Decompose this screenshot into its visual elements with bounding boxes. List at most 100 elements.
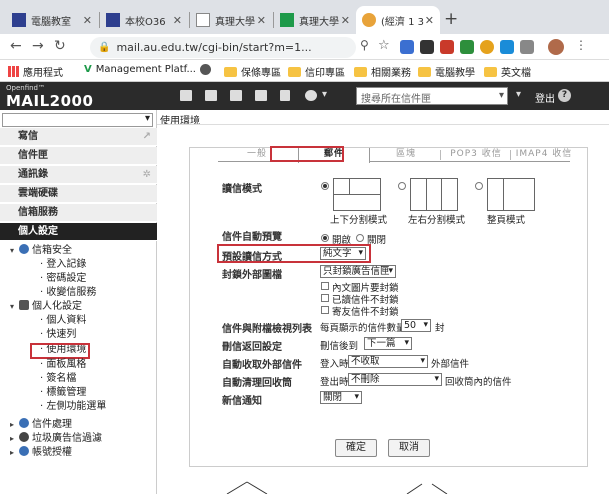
- browser-tab-active[interactable]: (經濟 1 3 ✕: [356, 6, 440, 34]
- browser-tab-1[interactable]: 電腦教室 ✕: [6, 6, 98, 34]
- block-images-select[interactable]: 只封鎖廣告信匣: [320, 265, 396, 278]
- drive-icon[interactable]: [255, 90, 267, 101]
- checkbox[interactable]: [321, 294, 329, 302]
- tree-node-spam-filter[interactable]: ▸ 垃圾廣告信過濾: [10, 432, 102, 446]
- bookmark-folder-4[interactable]: 電腦教學: [418, 64, 475, 79]
- extension-icon[interactable]: [460, 40, 474, 54]
- bookmark-folder-2[interactable]: 信印專區: [288, 64, 345, 79]
- sidebar-item-personal-settings[interactable]: 個人設定: [0, 223, 157, 241]
- search-scope-icon[interactable]: ▾: [516, 89, 521, 100]
- search-dropdown-icon[interactable]: ▾: [499, 90, 504, 101]
- expand-toggle-icon[interactable]: ▸: [10, 432, 19, 446]
- after-delete-select[interactable]: 下一篇: [364, 337, 412, 350]
- notify-select[interactable]: 關閉: [320, 391, 362, 404]
- sidebar-item-folders[interactable]: 信件匣: [0, 147, 157, 165]
- sidebar-item-contacts[interactable]: 通訊錄 ✲: [0, 166, 157, 184]
- expand-toggle-icon[interactable]: ▾: [10, 244, 19, 258]
- browser-tab-3[interactable]: 真理大學 ✕: [190, 6, 272, 34]
- gear-icon[interactable]: [305, 90, 317, 101]
- extension-icon[interactable]: [420, 40, 434, 54]
- new-tab-button[interactable]: +: [444, 9, 458, 29]
- bookmark-folder-3[interactable]: 相關業務: [354, 64, 411, 79]
- list-count-select[interactable]: 50: [401, 319, 431, 332]
- bookmark-folder-5[interactable]: 英文檔: [484, 64, 531, 79]
- back-icon[interactable]: ←: [10, 38, 22, 54]
- forward-icon[interactable]: →: [32, 38, 44, 54]
- tab-close-icon[interactable]: ✕: [173, 14, 182, 27]
- ok-button[interactable]: 確定: [335, 439, 377, 457]
- checkbox[interactable]: [321, 282, 329, 290]
- avatar[interactable]: [548, 39, 564, 55]
- reload-icon[interactable]: ↻: [54, 38, 66, 54]
- tab-blocks[interactable]: 區塊: [372, 148, 440, 162]
- mail-search-input[interactable]: 搜尋所在信件匣 ▾: [356, 87, 508, 105]
- extension-icon[interactable]: [480, 40, 494, 54]
- auto-preview-off-radio[interactable]: [356, 234, 364, 242]
- read-mode-radio-split-h[interactable]: [321, 182, 329, 190]
- browser-tab-2[interactable]: 本校O36 ✕: [100, 6, 188, 34]
- contacts-icon[interactable]: [230, 90, 242, 101]
- tab-close-icon[interactable]: ✕: [425, 14, 434, 27]
- layout-split-v-preview[interactable]: [410, 178, 458, 211]
- menu-icon[interactable]: ⋮: [575, 38, 587, 52]
- star-icon[interactable]: ☆: [378, 38, 390, 53]
- tab-imap4[interactable]: IMAP4 收信: [512, 148, 576, 162]
- auto-preview-on-radio[interactable]: [321, 234, 329, 242]
- calendar-icon[interactable]: [205, 90, 217, 101]
- chevron-down-icon[interactable]: ▾: [322, 89, 327, 100]
- bookmark-globe[interactable]: [200, 64, 211, 75]
- layout-split-h-preview[interactable]: [333, 178, 381, 211]
- tab-pop3[interactable]: POP3 收信: [442, 148, 510, 162]
- extension-icon[interactable]: [400, 40, 414, 54]
- gear-icon[interactable]: ✲: [143, 166, 151, 184]
- notify-icon[interactable]: [280, 90, 290, 101]
- bookmark-folder-1[interactable]: 保條專區: [224, 64, 281, 79]
- tab-close-icon[interactable]: ✕: [257, 14, 266, 27]
- tree-node-mail-handling[interactable]: ▸ 信件處理: [10, 418, 72, 432]
- tree-leaf[interactable]: · 密碼設定: [40, 272, 86, 286]
- tree-node-personalization[interactable]: ▾ 個人化設定: [10, 300, 82, 314]
- tree-leaf[interactable]: · 登入記錄: [40, 258, 86, 272]
- tree-leaf[interactable]: · 個人資料: [40, 314, 86, 328]
- tree-leaf[interactable]: · 快速列: [40, 328, 76, 342]
- auto-receive-select[interactable]: 不收取: [348, 355, 428, 368]
- logout-link[interactable]: 登出: [535, 90, 555, 105]
- tree-leaf[interactable]: · 面板風格: [40, 358, 86, 372]
- tree-leaf[interactable]: · 收變信服務: [40, 286, 96, 300]
- bookmark-apps[interactable]: 應用程式: [8, 64, 63, 79]
- tree-node-security[interactable]: ▾ 信箱安全: [10, 244, 72, 258]
- tree-label: 帳號授權: [32, 447, 72, 458]
- tab-close-icon[interactable]: ✕: [341, 14, 350, 27]
- expand-toggle-icon[interactable]: ▸: [10, 418, 19, 432]
- checkbox[interactable]: [321, 306, 329, 314]
- account-select[interactable]: [2, 113, 153, 127]
- expand-toggle-icon[interactable]: ▾: [10, 300, 19, 314]
- tree-leaf[interactable]: · 左側功能選單: [40, 400, 106, 414]
- cancel-button[interactable]: 取消: [388, 439, 430, 457]
- extension-icon[interactable]: [520, 40, 534, 54]
- sidebar-item-mailbox-service[interactable]: 信箱服務: [0, 204, 157, 222]
- browser-tab-4[interactable]: 真理大學 ✕: [274, 6, 356, 34]
- sidebar-item-cloud-drive[interactable]: 雲端硬碟: [0, 185, 157, 203]
- auto-clean-select[interactable]: 不刪除: [348, 373, 442, 386]
- help-icon[interactable]: ?: [558, 89, 571, 102]
- browser-tabbar: 電腦教室 ✕ 本校O36 ✕ 真理大學 ✕ 真理大學 ✕ (經濟 1 3 ✕ +: [0, 0, 609, 34]
- read-mode-radio-full[interactable]: [475, 182, 483, 190]
- tree-leaf[interactable]: · 標籤管理: [40, 386, 86, 400]
- bookmarks-bar: 應用程式 V Management Platf... 保條專區 信印專區 相關業…: [0, 60, 609, 82]
- address-bar[interactable]: 🔒 mail.au.edu.tw/cgi-bin/start?m=1...: [90, 37, 356, 58]
- compose-icon[interactable]: ↗: [143, 128, 151, 146]
- mail-icon[interactable]: [180, 90, 192, 101]
- layout-full-preview[interactable]: [487, 178, 535, 211]
- bookmark-management[interactable]: V Management Platf...: [84, 64, 196, 75]
- read-mode-radio-split-v[interactable]: [398, 182, 406, 190]
- sidebar-item-label: 個人設定: [18, 226, 58, 237]
- sidebar-item-compose[interactable]: 寫信 ↗: [0, 128, 157, 146]
- pdf-extension-icon[interactable]: [440, 40, 454, 54]
- check-extension-icon[interactable]: [500, 40, 514, 54]
- zoom-icon[interactable]: ⚲: [360, 38, 369, 52]
- tree-leaf[interactable]: · 簽名檔: [40, 372, 76, 386]
- tab-close-icon[interactable]: ✕: [83, 14, 92, 27]
- tree-node-account-auth[interactable]: ▸ 帳號授權: [10, 446, 72, 460]
- expand-toggle-icon[interactable]: ▸: [10, 446, 19, 460]
